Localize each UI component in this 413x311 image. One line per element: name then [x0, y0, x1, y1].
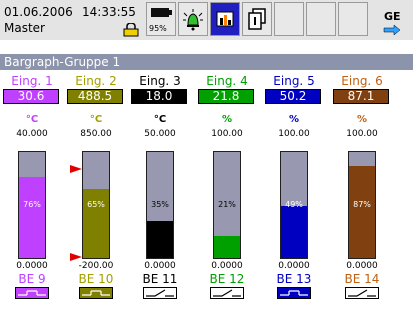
empty-button-3[interactable]: [338, 2, 368, 36]
bargraph-percent: 21%: [218, 200, 236, 209]
upper-limit-marker: [70, 158, 82, 173]
bargraph-view-button[interactable]: [210, 2, 240, 36]
bargraph-fill: [214, 236, 240, 258]
channel-column[interactable]: Eing. 5 50.2% 100.00 0.0000 49% BE 13: [262, 74, 326, 311]
status-user: Master: [4, 21, 45, 35]
bargraph-percent: 65%: [87, 200, 105, 209]
channel-value: 488.5: [67, 89, 123, 104]
battery-button[interactable]: 95%: [146, 2, 176, 36]
channel-value: 30.6: [3, 89, 59, 104]
bargraph: 21%: [213, 151, 241, 259]
scale-max: 100.00: [346, 129, 378, 139]
scale-min: -200.00: [78, 261, 114, 271]
bargraph: 49%: [280, 151, 308, 259]
scale-max: 100.00: [211, 129, 243, 139]
channel-label: Eing. 2: [75, 74, 117, 88]
group-title: Bargraph-Gruppe 1: [4, 55, 121, 69]
bargraph-percent: 87%: [353, 200, 371, 209]
bargraph-fill: [281, 206, 307, 258]
bargraph: 87%: [348, 151, 376, 259]
lower-limit-marker: [70, 246, 82, 261]
relay-open-icon: [345, 287, 379, 299]
scale-min: 0.0000: [346, 261, 378, 271]
channel-label: Eing. 1: [11, 74, 53, 88]
channel-column[interactable]: Eing. 3 18.0 °C 50.000 0.0000 35% BE 11: [128, 74, 192, 311]
binary-event-label: BE 13: [276, 272, 312, 286]
channel-value: 87.1: [333, 89, 389, 104]
battery-percent: 95%: [149, 24, 167, 33]
binary-event-label: BE 9: [18, 272, 46, 286]
empty-button-2[interactable]: [306, 2, 336, 36]
lock-icon: [122, 22, 140, 37]
bargraph: 65%: [82, 151, 110, 259]
relay-open-icon: [143, 287, 177, 299]
scale-min: 0.0000: [144, 261, 176, 271]
logo-badge: GE: [372, 2, 410, 36]
recorder-screen: 01.06.2006 14:33:55 Master 95% GE Bargra…: [0, 0, 413, 311]
bargraph-fill: [147, 221, 173, 258]
scale-max: 850.00: [80, 129, 112, 139]
scale-max: 100.00: [278, 129, 310, 139]
binary-event-label: BE 10: [78, 272, 114, 286]
scale-max: 50.000: [144, 129, 176, 139]
channel-label: Eing. 4: [206, 74, 248, 88]
channel-unit: °C: [25, 114, 39, 125]
scale-min: 0.0000: [278, 261, 310, 271]
channel-column[interactable]: Eing. 6 87.1% 100.00 0.0000 87% BE 14: [330, 74, 394, 311]
channel-value: 50.2: [265, 89, 321, 104]
window-switch-button[interactable]: [242, 2, 272, 36]
scale-max: 40.000: [16, 129, 48, 139]
relay-open-icon: [210, 287, 244, 299]
status-bar: 01.06.2006 14:33:55 Master 95% GE: [0, 0, 413, 40]
channel-label: Eing. 6: [341, 74, 383, 88]
binary-event-label: BE 14: [344, 272, 380, 286]
channel-label: Eing. 5: [273, 74, 315, 88]
binary-event-label: BE 11: [142, 272, 178, 286]
bargraph-percent: 76%: [23, 200, 41, 209]
bargraph-percent: 35%: [151, 200, 169, 209]
bargraph: 76%: [18, 151, 46, 259]
bargraph: 35%: [146, 151, 174, 259]
empty-button-1[interactable]: [274, 2, 304, 36]
status-time: 14:33:55: [82, 5, 136, 19]
channel-column[interactable]: Eing. 1 30.6 °C 40.000 0.0000 76% BE 9: [0, 74, 64, 311]
bargraph-fill: [349, 166, 375, 258]
group-header: Bargraph-Gruppe 1: [0, 54, 413, 70]
scale-min: 0.0000: [211, 261, 243, 271]
relay-closed-icon: [15, 287, 49, 299]
channel-label: Eing. 3: [139, 74, 181, 88]
binary-event-label: BE 12: [209, 272, 245, 286]
channel-unit: °C: [153, 114, 167, 125]
channel-unit: %: [288, 114, 300, 125]
channel-value: 18.0: [131, 89, 187, 104]
channel-unit: %: [356, 114, 368, 125]
status-date: 01.06.2006: [4, 5, 73, 19]
channel-unit: °C: [89, 114, 103, 125]
channel-column[interactable]: Eing. 2 488.5 °C 850.00 -200.00 65% BE 10: [64, 74, 128, 311]
scale-min: 0.0000: [16, 261, 48, 271]
relay-closed-icon: [79, 287, 113, 299]
bargraph-fill: [19, 177, 45, 258]
channel-unit: %: [221, 114, 233, 125]
relay-closed-icon: [277, 287, 311, 299]
bargraph-percent: 49%: [285, 200, 303, 209]
alarm-button[interactable]: [178, 2, 208, 36]
channel-column[interactable]: Eing. 4 21.8% 100.00 0.0000 21% BE 12: [195, 74, 259, 311]
channel-value: 21.8: [198, 89, 254, 104]
